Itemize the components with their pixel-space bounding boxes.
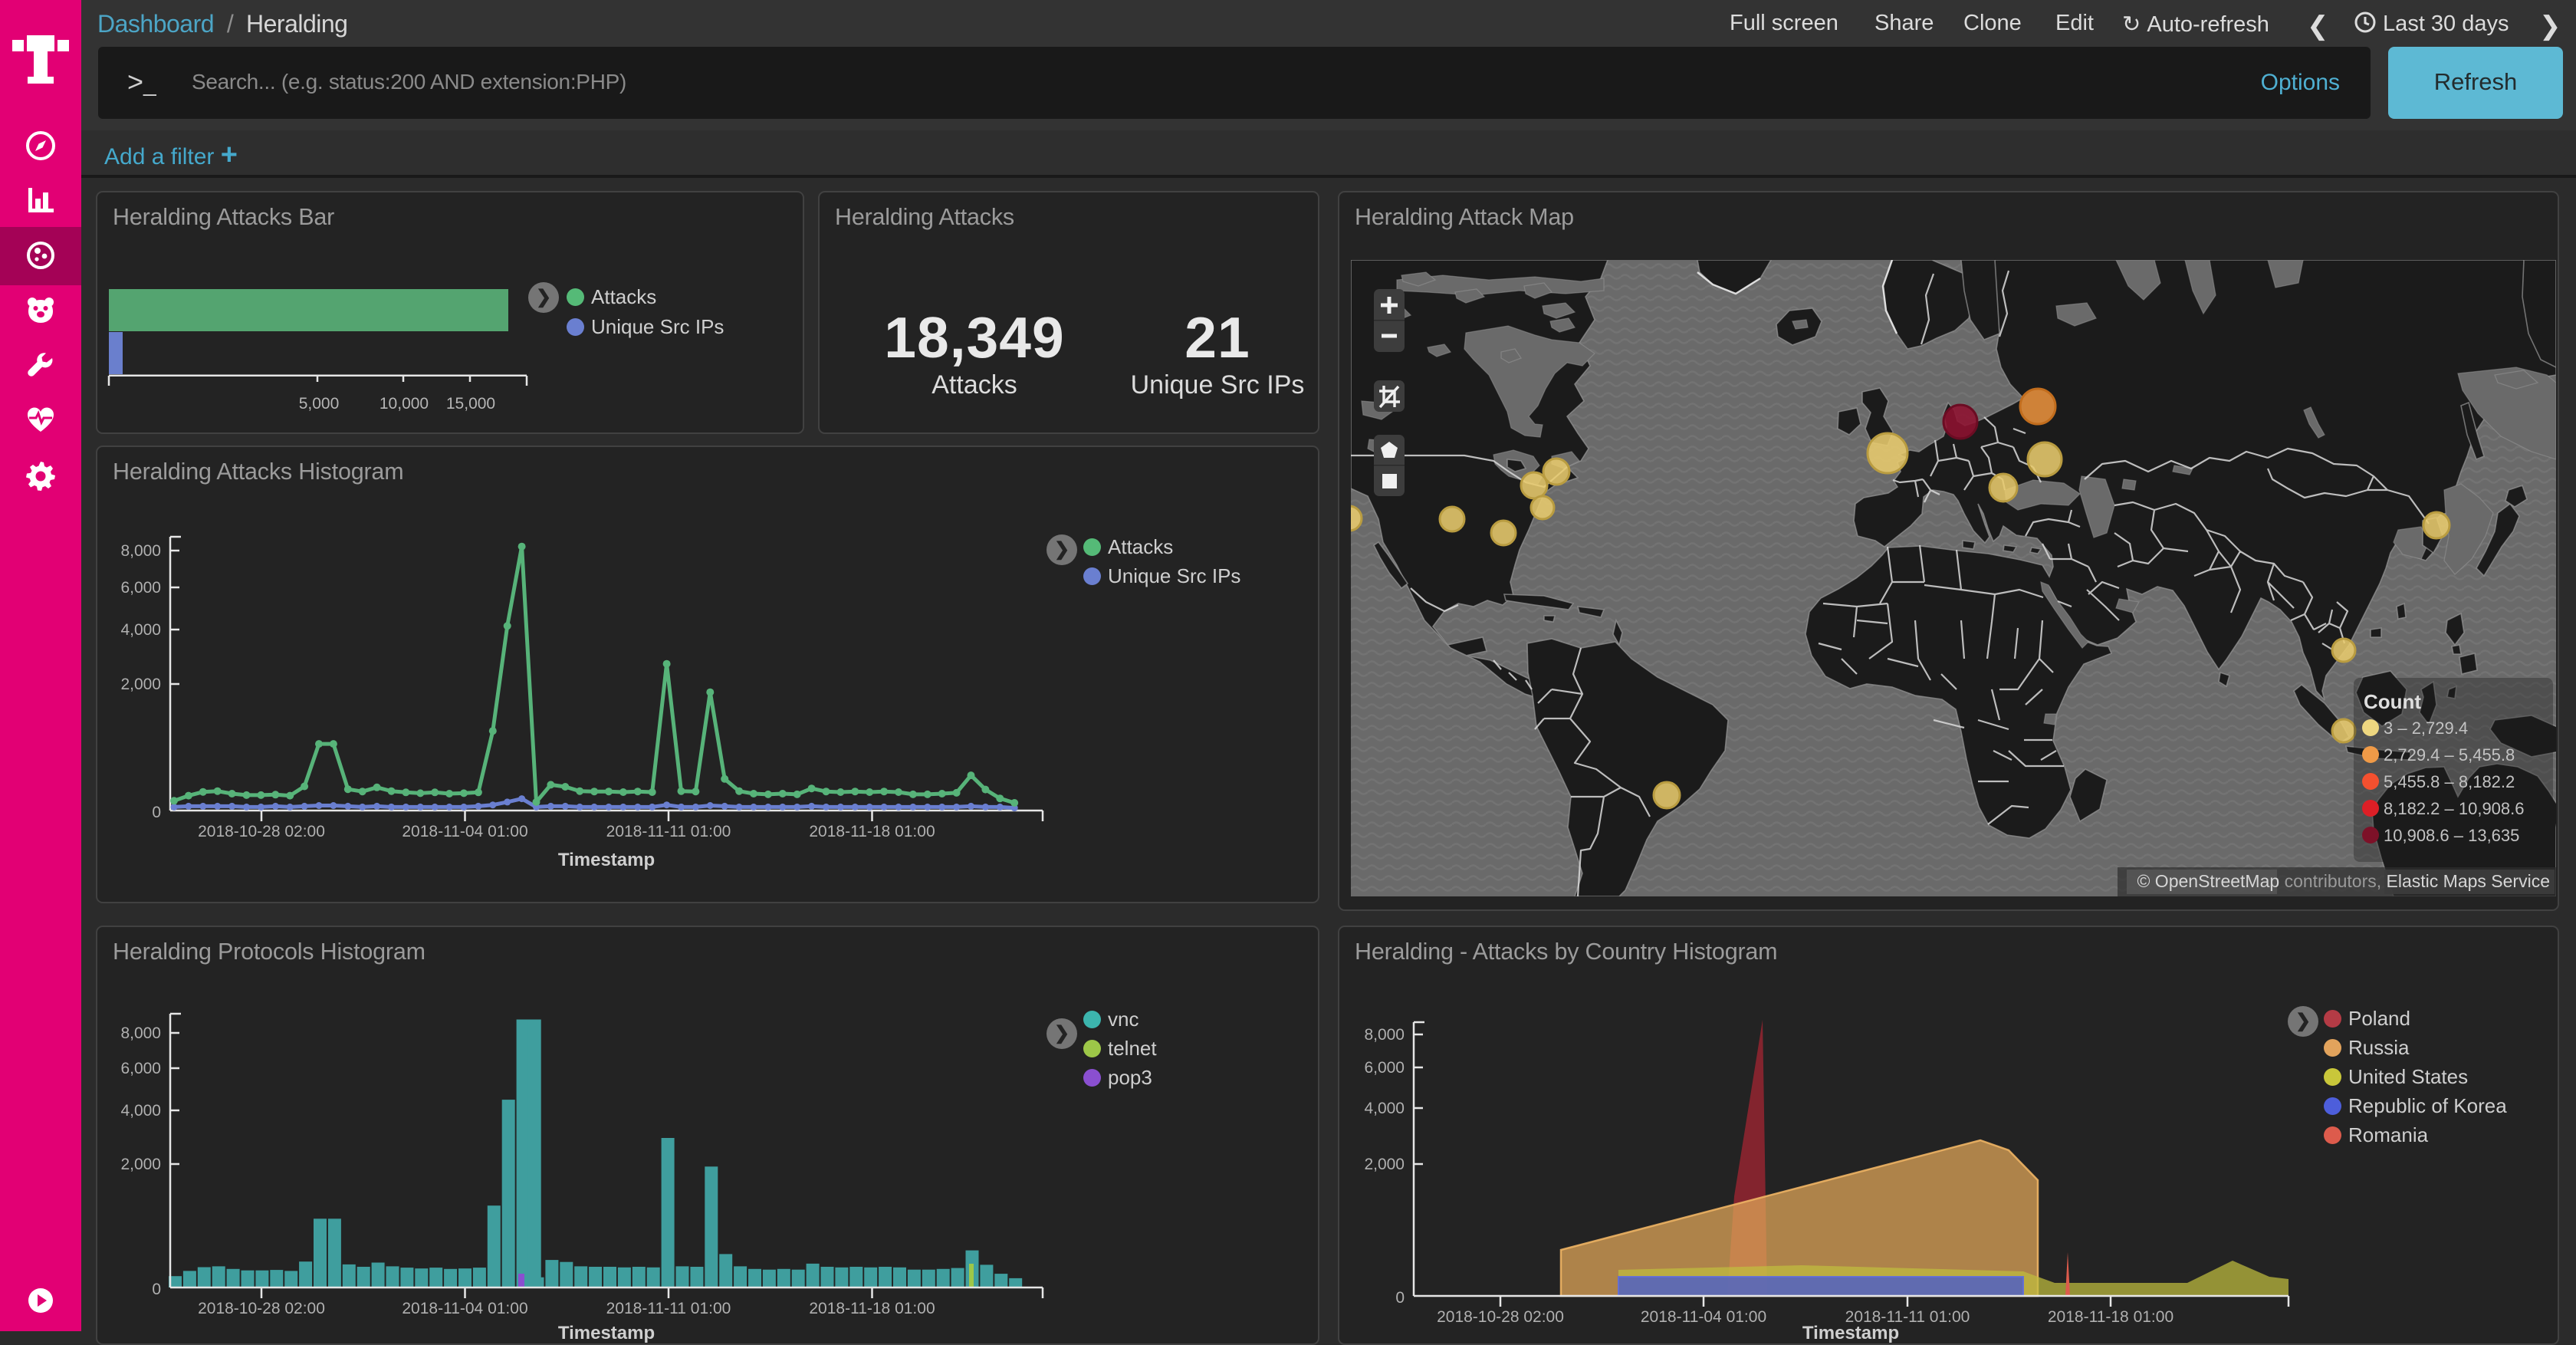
svg-text:Timestamp: Timestamp xyxy=(558,850,655,870)
svg-text:6,000: 6,000 xyxy=(120,1060,161,1077)
svg-text:8,000: 8,000 xyxy=(120,542,161,560)
svg-text:3 – 2,729.4: 3 – 2,729.4 xyxy=(2384,719,2468,738)
svg-text:0: 0 xyxy=(1395,1289,1405,1307)
svg-text:2018-10-28 02:00: 2018-10-28 02:00 xyxy=(1437,1308,1564,1326)
svg-text:2018-10-28 02:00: 2018-10-28 02:00 xyxy=(198,1300,325,1317)
svg-text:Timestamp: Timestamp xyxy=(1802,1323,1899,1343)
svg-text:Timestamp: Timestamp xyxy=(558,1323,655,1343)
svg-text:2018-11-18 01:00: 2018-11-18 01:00 xyxy=(809,1300,935,1317)
svg-text:6,000: 6,000 xyxy=(120,579,161,597)
svg-text:10,000: 10,000 xyxy=(380,395,429,413)
svg-text:2018-11-11 01:00: 2018-11-11 01:00 xyxy=(606,1300,731,1317)
svg-text:2018-11-04 01:00: 2018-11-04 01:00 xyxy=(402,1300,527,1317)
svg-text:2018-11-11 01:00: 2018-11-11 01:00 xyxy=(606,823,731,840)
svg-text:2018-10-28 02:00: 2018-10-28 02:00 xyxy=(198,823,325,840)
svg-text:8,182.2 – 10,908.6: 8,182.2 – 10,908.6 xyxy=(2384,799,2525,818)
svg-text:2,729.4 – 5,455.8: 2,729.4 – 5,455.8 xyxy=(2384,745,2515,765)
svg-text:15,000: 15,000 xyxy=(446,395,495,413)
svg-text:4,000: 4,000 xyxy=(120,1102,161,1120)
svg-text:4,000: 4,000 xyxy=(120,621,161,639)
svg-text:5,000: 5,000 xyxy=(299,395,340,413)
svg-text:2,000: 2,000 xyxy=(120,1156,161,1173)
svg-text:2018-11-04 01:00: 2018-11-04 01:00 xyxy=(402,823,527,840)
svg-text:2,000: 2,000 xyxy=(120,676,161,693)
svg-text:4,000: 4,000 xyxy=(1364,1100,1405,1117)
svg-text:10,908.6 – 13,635: 10,908.6 – 13,635 xyxy=(2384,826,2519,845)
svg-text:8,000: 8,000 xyxy=(1364,1026,1405,1044)
svg-text:6,000: 6,000 xyxy=(1364,1059,1405,1077)
svg-text:2018-11-04 01:00: 2018-11-04 01:00 xyxy=(1641,1308,1766,1326)
svg-text:0: 0 xyxy=(152,804,161,821)
svg-text:2018-11-18 01:00: 2018-11-18 01:00 xyxy=(809,823,935,840)
svg-text:Count: Count xyxy=(2364,690,2421,713)
svg-text:2018-11-18 01:00: 2018-11-18 01:00 xyxy=(2048,1308,2174,1326)
svg-text:8,000: 8,000 xyxy=(120,1024,161,1042)
svg-text:5,455.8 – 8,182.2: 5,455.8 – 8,182.2 xyxy=(2384,772,2515,791)
svg-text:2,000: 2,000 xyxy=(1364,1156,1405,1173)
svg-text:© OpenStreetMap contributors,: © OpenStreetMap contributors, Elastic Ma… xyxy=(2137,871,2550,891)
svg-text:0: 0 xyxy=(152,1281,161,1298)
